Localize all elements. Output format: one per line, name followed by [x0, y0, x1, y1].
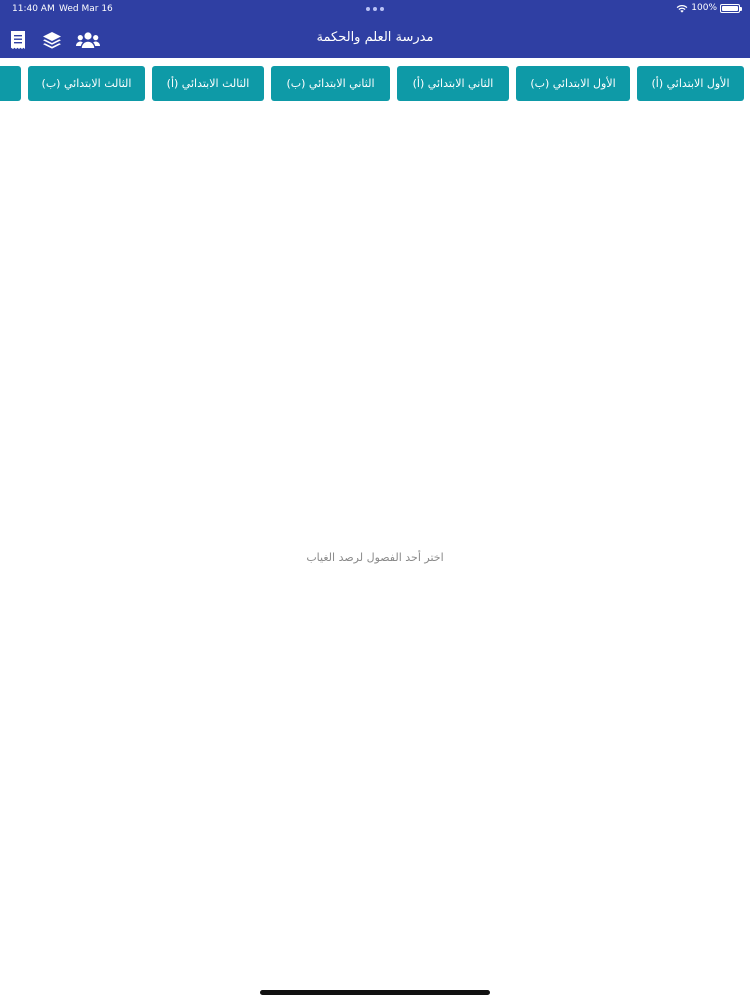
- class-button-3a[interactable]: الثالث الابتدائي (أ): [152, 66, 264, 101]
- header-actions: [10, 30, 100, 50]
- class-button-1b[interactable]: الأول الابتدائي (ب): [516, 66, 630, 101]
- wifi-icon: [676, 4, 688, 13]
- status-time: 11:40 AM: [12, 4, 55, 14]
- layers-icon[interactable]: [42, 30, 62, 50]
- status-right: 100%: [676, 3, 742, 13]
- battery-icon: [720, 3, 742, 13]
- class-button-2a[interactable]: الثاني الابتدائي (أ): [397, 66, 509, 101]
- select-class-message: اختر أحد الفصول لرصد الغياب: [306, 551, 444, 564]
- dot: [380, 7, 384, 11]
- battery-fill: [722, 5, 738, 11]
- class-button-3b[interactable]: الثالث الابتدائي (ب): [28, 66, 145, 101]
- class-button-partial[interactable]: [0, 66, 21, 101]
- battery-percent: 100%: [691, 3, 717, 13]
- home-indicator[interactable]: [260, 990, 490, 995]
- class-button-2b[interactable]: الثاني الابتدائي (ب): [271, 66, 390, 101]
- dot: [366, 7, 370, 11]
- status-date: Wed Mar 16: [59, 4, 113, 14]
- class-button-1a[interactable]: الأول الابتدائي (أ): [637, 66, 744, 101]
- multitasking-dots[interactable]: [366, 7, 384, 11]
- receipt-icon[interactable]: [10, 30, 26, 50]
- class-selector[interactable]: الأول الابتدائي (أ) الأول الابتدائي (ب) …: [0, 58, 750, 106]
- users-icon[interactable]: [76, 31, 100, 49]
- dot: [373, 7, 377, 11]
- app-header: 11:40 AM Wed Mar 16 100% مدرسة العلم وال…: [0, 0, 750, 58]
- status-bar: 11:40 AM Wed Mar 16 100%: [0, 0, 750, 18]
- school-title: مدرسة العلم والحكمة: [316, 30, 434, 45]
